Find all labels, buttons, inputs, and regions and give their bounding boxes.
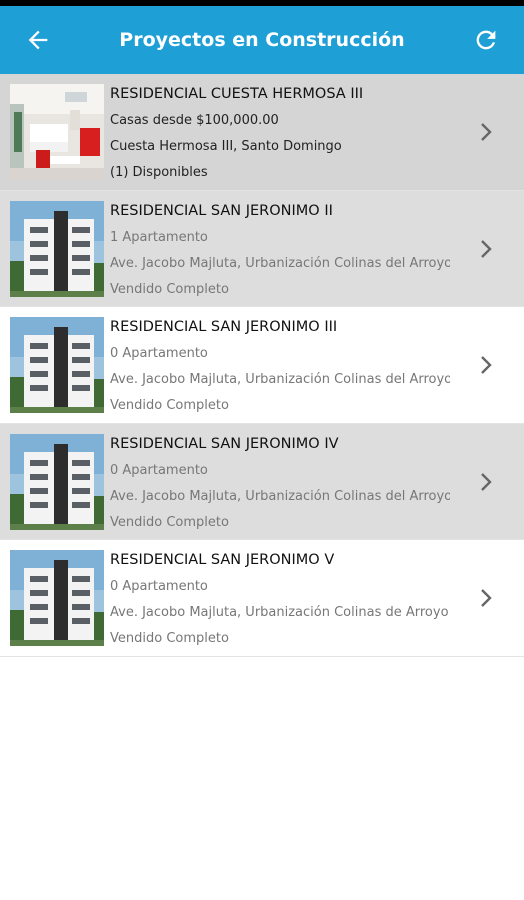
project-name: RESIDENCIAL SAN JERONIMO III	[110, 319, 338, 335]
project-thumbnail	[10, 433, 104, 530]
project-status: Vendido Completo	[110, 398, 229, 413]
project-status: Vendido Completo	[110, 281, 229, 297]
project-thumbnail	[10, 200, 104, 297]
project-row-san-jeronimo-iii[interactable]: RESIDENCIAL SAN JERONIMO III 0 Apartamen…	[0, 307, 524, 424]
project-info: RESIDENCIAL SAN JERONIMO II 1 Apartament…	[110, 197, 450, 303]
project-location: Ave. Jacobo Majluta, Urbanización Colina…	[110, 605, 449, 620]
project-row-san-jeronimo-ii[interactable]: RESIDENCIAL SAN JERONIMO II 1 Apartament…	[0, 190, 524, 307]
project-location: Ave. Jacobo Majluta, Urbanización Colina…	[110, 488, 450, 504]
project-thumbnail	[10, 84, 104, 180]
chevron-right-icon	[476, 353, 496, 377]
project-units: 1 Apartamento	[110, 229, 208, 245]
project-info: RESIDENCIAL SAN JERONIMO V 0 Apartamento…	[110, 546, 450, 652]
project-list: RESIDENCIAL CUESTA HERMOSA III Casas des…	[0, 74, 524, 657]
chevron-right-icon	[476, 586, 496, 610]
project-row-san-jeronimo-v[interactable]: RESIDENCIAL SAN JERONIMO V 0 Apartamento…	[0, 540, 524, 657]
project-name: RESIDENCIAL CUESTA HERMOSA III	[110, 86, 364, 102]
refresh-button[interactable]	[466, 20, 506, 60]
project-units: 0 Apartamento	[110, 346, 208, 361]
chevron-right-icon	[476, 237, 496, 261]
project-row-cuesta-hermosa-iii[interactable]: RESIDENCIAL CUESTA HERMOSA III Casas des…	[0, 74, 524, 191]
project-status: Vendido Completo	[110, 514, 229, 530]
project-thumbnail	[10, 550, 104, 646]
project-thumbnail	[10, 317, 104, 413]
project-name: RESIDENCIAL SAN JERONIMO II	[110, 202, 333, 219]
project-units: 0 Apartamento	[110, 579, 208, 594]
project-availability: (1) Disponibles	[110, 165, 208, 180]
project-location: Cuesta Hermosa III, Santo Domingo	[110, 139, 342, 154]
page-title: Proyectos en Construcción	[119, 29, 405, 51]
app-bar: Proyectos en Construcción	[0, 6, 524, 74]
project-info: RESIDENCIAL SAN JERONIMO IV 0 Apartament…	[110, 430, 450, 536]
project-price: Casas desde $100,000.00	[110, 113, 279, 128]
chevron-right-icon	[476, 120, 496, 144]
chevron-right-icon	[476, 470, 496, 494]
project-location: Ave. Jacobo Majluta, Urbanización Colina…	[110, 255, 450, 271]
project-row-san-jeronimo-iv[interactable]: RESIDENCIAL SAN JERONIMO IV 0 Apartament…	[0, 423, 524, 540]
project-name: RESIDENCIAL SAN JERONIMO V	[110, 552, 335, 568]
project-info: RESIDENCIAL CUESTA HERMOSA III Casas des…	[110, 80, 450, 186]
project-name: RESIDENCIAL SAN JERONIMO IV	[110, 435, 339, 452]
project-location: Ave. Jacobo Majluta, Urbanización Colina…	[110, 372, 450, 387]
project-info: RESIDENCIAL SAN JERONIMO III 0 Apartamen…	[110, 313, 450, 419]
project-units: 0 Apartamento	[110, 462, 208, 478]
project-status: Vendido Completo	[110, 631, 229, 646]
refresh-icon	[476, 30, 496, 50]
